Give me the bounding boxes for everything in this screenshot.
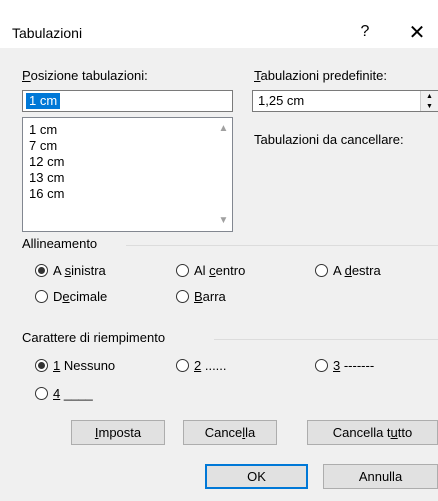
leader-underline-radio[interactable]: 4 ____ [35, 386, 93, 401]
alignment-group-line [126, 245, 438, 246]
tab-position-value: 1 cm [26, 93, 61, 109]
tab-stops-list[interactable]: 1 cm 7 cm 12 cm 13 cm 16 cm ▲ ▼ [22, 117, 233, 232]
spin-up-icon[interactable]: ▲ [421, 91, 438, 101]
radio-circle-icon[interactable] [35, 387, 48, 400]
spinner-buttons[interactable]: ▲ ▼ [420, 91, 438, 111]
list-item[interactable]: 7 cm [29, 138, 57, 154]
radio-circle-icon[interactable] [176, 290, 189, 303]
list-item[interactable]: 16 cm [29, 186, 64, 202]
spin-down-icon[interactable]: ▼ [421, 101, 438, 111]
set-button[interactable]: Imposta [71, 420, 165, 445]
dialog-title: Tabulazioni [12, 25, 83, 41]
title-bar: Tabulazioni ? ✕ [0, 0, 438, 48]
leader-group-line [214, 339, 438, 340]
scroll-down-icon[interactable]: ▼ [215, 212, 232, 229]
radio-circle-icon[interactable] [315, 264, 328, 277]
radio-circle-icon[interactable] [176, 359, 189, 372]
help-button[interactable]: ? [350, 18, 380, 46]
default-tabs-value: 1,25 cm [258, 93, 305, 108]
align-bar-radio[interactable]: Barra [176, 289, 226, 304]
clear-button[interactable]: Cancella [183, 420, 277, 445]
tab-position-label: Posizione tabulazioni: [22, 68, 148, 83]
leader-dots-radio[interactable]: 2 ...... [176, 358, 227, 373]
radio-circle-icon[interactable] [35, 264, 48, 277]
tabs-dialog: Tabulazioni ? ✕ Posizione tabulazioni: 1… [0, 0, 438, 501]
align-decimal-radio[interactable]: Decimale [35, 289, 107, 304]
radio-circle-icon[interactable] [35, 290, 48, 303]
ok-button[interactable]: OK [205, 464, 308, 489]
list-item[interactable]: 12 cm [29, 154, 64, 170]
align-left-radio[interactable]: A sinistra [35, 263, 106, 278]
radio-circle-icon[interactable] [35, 359, 48, 372]
list-item[interactable]: 13 cm [29, 170, 64, 186]
list-scrollbar[interactable]: ▲ ▼ [215, 118, 232, 231]
alignment-group-label: Allineamento [22, 236, 98, 251]
align-right-radio[interactable]: A destra [315, 263, 381, 278]
align-center-radio[interactable]: Al centro [176, 263, 245, 278]
default-tabs-label: Tabulazioni predefinite: [254, 68, 387, 83]
clear-all-button[interactable]: Cancella tutto [307, 420, 438, 445]
leader-group-label: Carattere di riempimento [22, 330, 166, 345]
radio-circle-icon[interactable] [176, 264, 189, 277]
tab-position-input[interactable]: 1 cm [22, 90, 233, 112]
tabs-to-clear-label: Tabulazioni da cancellare: [254, 132, 404, 147]
leader-dashes-radio[interactable]: 3 ------- [315, 358, 374, 373]
scroll-up-icon[interactable]: ▲ [215, 120, 232, 137]
leader-none-radio[interactable]: 1 Nessuno [35, 358, 115, 373]
radio-circle-icon[interactable] [315, 359, 328, 372]
close-button[interactable]: ✕ [400, 18, 434, 46]
list-item[interactable]: 1 cm [29, 122, 57, 138]
default-tabs-spinner[interactable]: 1,25 cm ▲ ▼ [252, 90, 438, 112]
cancel-button[interactable]: Annulla [323, 464, 438, 489]
